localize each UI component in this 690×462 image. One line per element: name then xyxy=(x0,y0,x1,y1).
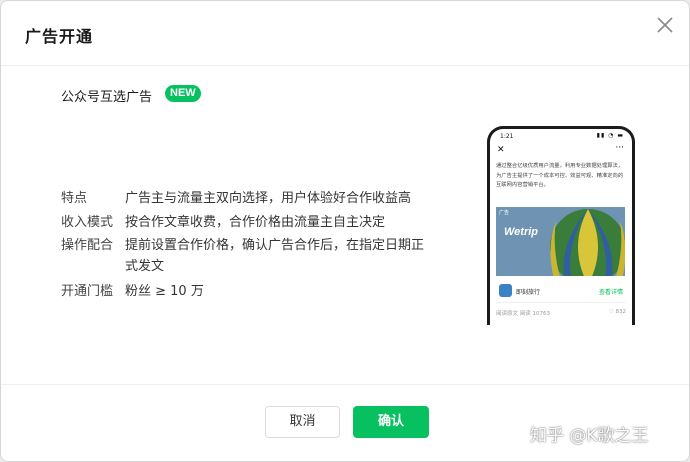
ad-cta: 查看详情 xyxy=(598,289,623,296)
hot-air-balloon-image xyxy=(496,207,625,276)
advertiser-bar: 即刻旅行 查看详情 xyxy=(496,280,625,303)
likes-count: ♡ 832 xyxy=(608,309,626,315)
detail-label: 特点 xyxy=(61,191,88,206)
more-icon: ··· xyxy=(615,143,624,153)
dialog-title: 广告开通 xyxy=(25,27,94,46)
detail-value: 提前设置合作价格，确认广告合作后，在指定日期正式发文 xyxy=(125,238,425,274)
close-icon: ✕ xyxy=(497,145,505,155)
confirm-button[interactable]: 确认 xyxy=(353,406,429,438)
brand-logo-text: Wetrip xyxy=(504,226,539,238)
detail-label: 收入模式 xyxy=(61,215,114,230)
product-name: 公众号互选广告 xyxy=(61,90,153,105)
new-badge: NEW xyxy=(165,85,201,102)
advertiser-name: 即刻旅行 xyxy=(516,289,541,296)
watermark: 知乎 @K歌之王 xyxy=(530,426,649,446)
detail-label: 开通门槛 xyxy=(61,284,114,299)
dialog-header: 广告开通 xyxy=(1,1,689,66)
status-time: 1:21 xyxy=(500,133,514,140)
cancel-button[interactable]: 取消 xyxy=(265,406,340,438)
status-icons: ▮▮ ◔ ▬ xyxy=(596,132,624,139)
ad-image: 广告 Wetrip xyxy=(496,207,625,276)
close-icon[interactable] xyxy=(653,13,677,37)
ad-tag: 广告 xyxy=(499,210,510,216)
read-row: 阅读原文 阅读 10763 xyxy=(496,311,551,317)
ad-preview-phone: 1:21 ▮▮ ◔ ▬ ✕ ··· 通过整合亿级优质用户流量，利用专业数据处理算… xyxy=(487,126,635,325)
detail-value: 粉丝 ≥ 10 万 xyxy=(125,284,204,299)
ad-activation-dialog: 广告开通 公众号互选广告 NEW 特点 广告主与流量主双向选择，用户体验好合作收… xyxy=(0,0,690,462)
article-text: 通过整合亿级优质用户流量，利用专业数据处理算法，为广告主提供了一个成本可控、效益… xyxy=(496,163,624,188)
advertiser-logo-icon xyxy=(499,284,512,297)
detail-value: 广告主与流量主双向选择，用户体验好合作收益高 xyxy=(125,191,412,206)
detail-value: 按合作文章收费，合作价格由流量主自主决定 xyxy=(125,215,386,230)
detail-label: 操作配合 xyxy=(61,238,114,253)
